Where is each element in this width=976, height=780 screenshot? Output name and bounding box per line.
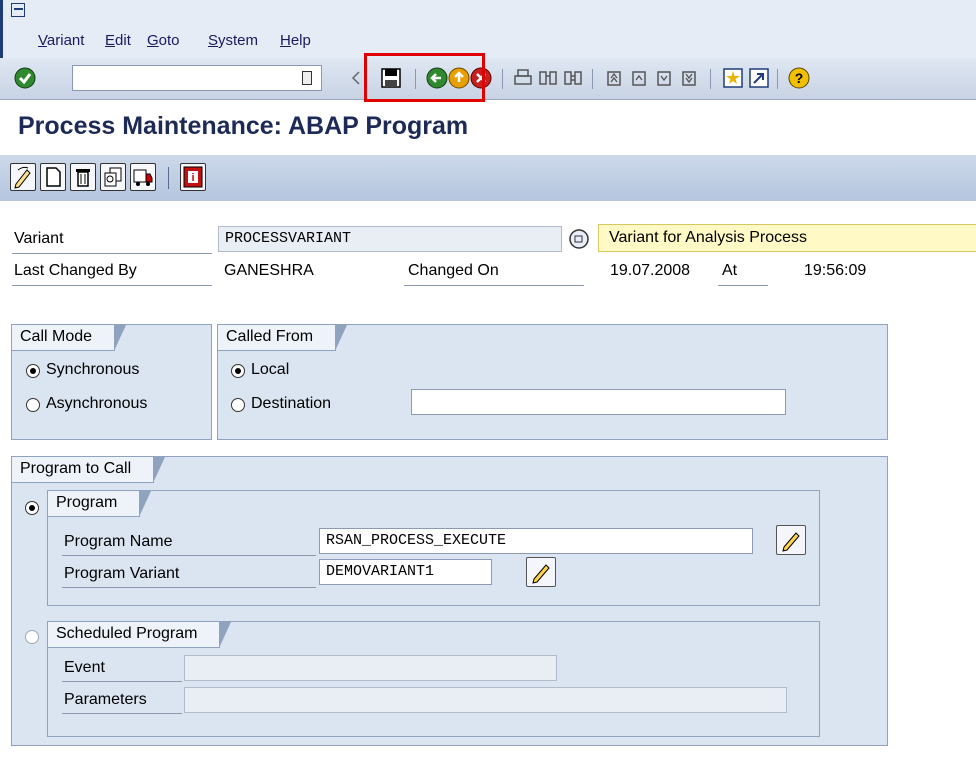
collapse-arrow-icon[interactable] [350, 67, 362, 89]
last-page-icon[interactable] [678, 67, 700, 89]
command-dropdown-icon[interactable] [302, 71, 312, 85]
page-title: Process Maintenance: ABAP Program [18, 112, 469, 140]
destination-input[interactable] [411, 389, 786, 415]
program-to-call-title: Program to Call [12, 457, 166, 483]
asynchronous-label: Asynchronous [46, 395, 148, 412]
info-button[interactable]: i [180, 163, 206, 191]
called-from-title: Called From [218, 325, 348, 351]
transport-button[interactable] [130, 163, 156, 191]
destination-label: Destination [251, 395, 332, 412]
save-highlight-box [364, 53, 485, 102]
program-subgroup-title: Program [48, 491, 152, 517]
menu-system[interactable]: System [208, 32, 258, 49]
synchronous-radio[interactable] [26, 364, 40, 378]
label-underline [62, 555, 316, 556]
at-label: At [722, 262, 738, 279]
application-toolbar: i [0, 155, 976, 201]
standard-toolbar: ? [0, 58, 976, 100]
label-underline [62, 587, 316, 588]
scheduled-program-title: Scheduled Program [48, 622, 232, 648]
toolbar-separator [777, 69, 778, 89]
first-page-icon[interactable] [603, 67, 625, 89]
app-toolbar-separator [168, 167, 169, 189]
label-underline [62, 713, 182, 714]
menu-help[interactable]: Help [280, 32, 311, 49]
toolbar-separator [710, 69, 711, 89]
call-mode-group: Call Mode Synchronous Asynchronous [11, 324, 212, 440]
menu-bar: Variant Edit Goto System Help [0, 0, 976, 58]
program-radio[interactable] [25, 501, 39, 515]
label-underline [404, 285, 584, 286]
variant-description-field: Variant for Analysis Process [598, 224, 976, 252]
toolbar-separator [592, 69, 593, 89]
scheduled-program-radio[interactable] [25, 630, 39, 644]
program-variant-input[interactable]: DEMOVARIANT1 [319, 559, 492, 585]
next-page-icon[interactable] [653, 67, 675, 89]
change-icon [14, 166, 31, 189]
program-variant-edit-button[interactable] [526, 557, 556, 587]
menu-variant[interactable]: Variant [38, 32, 84, 49]
destination-radio[interactable] [231, 398, 245, 412]
create-button[interactable] [40, 163, 66, 191]
copy-icon [104, 167, 122, 187]
pencil-icon [782, 532, 800, 552]
copy-button[interactable] [100, 163, 126, 191]
changed-on-label: Changed On [408, 262, 499, 279]
variant-label: Variant [14, 230, 64, 247]
svg-text:?: ? [795, 70, 804, 86]
enter-icon[interactable] [14, 67, 36, 89]
called-from-group: Called From Local Destination [217, 324, 888, 440]
command-field[interactable] [72, 65, 322, 91]
delete-icon [76, 169, 90, 187]
create-session-icon[interactable] [722, 67, 744, 89]
local-label: Local [251, 361, 290, 378]
expand-details-icon[interactable] [568, 228, 590, 250]
at-value: 19:56:09 [804, 262, 867, 279]
menu-goto[interactable]: Goto [147, 32, 180, 49]
program-name-label: Program Name [64, 533, 173, 550]
info-icon: i [183, 166, 203, 188]
window-edge [0, 0, 3, 58]
print-icon[interactable] [512, 67, 534, 89]
menu-expand-icon[interactable] [11, 3, 25, 17]
shortcut-icon[interactable] [748, 67, 770, 89]
change-button[interactable] [10, 163, 36, 191]
program-variant-label: Program Variant [64, 565, 180, 582]
synchronous-label: Synchronous [46, 361, 140, 378]
svg-text:i: i [191, 172, 194, 184]
event-label: Event [64, 659, 105, 676]
parameters-field [184, 687, 787, 713]
parameters-label: Parameters [64, 691, 147, 708]
find-icon[interactable] [537, 67, 559, 89]
label-underline [62, 681, 182, 682]
menu-edit[interactable]: Edit [105, 32, 131, 49]
find-next-icon[interactable] [562, 67, 584, 89]
previous-page-icon[interactable] [628, 67, 650, 89]
call-mode-title: Call Mode [12, 325, 127, 351]
create-icon [46, 167, 61, 187]
last-changed-label: Last Changed By [14, 262, 137, 279]
local-radio[interactable] [231, 364, 245, 378]
pencil-icon [532, 564, 550, 584]
changed-on-value: 19.07.2008 [610, 262, 691, 279]
transport-icon [133, 169, 153, 186]
program-to-call-group: Program to Call Program Program Name RSA… [11, 456, 888, 746]
label-underline [718, 285, 768, 286]
program-name-input[interactable]: RSAN_PROCESS_EXECUTE [319, 528, 753, 554]
program-subgroup: Program Program Name RSAN_PROCESS_EXECUT… [47, 490, 820, 606]
toolbar-separator [502, 69, 503, 89]
program-name-edit-button[interactable] [776, 525, 806, 555]
scheduled-program-subgroup: Scheduled Program Event Parameters [47, 621, 820, 737]
label-underline [12, 285, 212, 286]
label-underline [12, 253, 212, 254]
asynchronous-radio[interactable] [26, 398, 40, 412]
event-field [184, 655, 557, 681]
help-icon[interactable]: ? [788, 67, 810, 89]
delete-button[interactable] [70, 163, 96, 191]
last-changed-value: GANESHRA [224, 262, 314, 279]
variant-field[interactable]: PROCESSVARIANT [218, 226, 562, 252]
